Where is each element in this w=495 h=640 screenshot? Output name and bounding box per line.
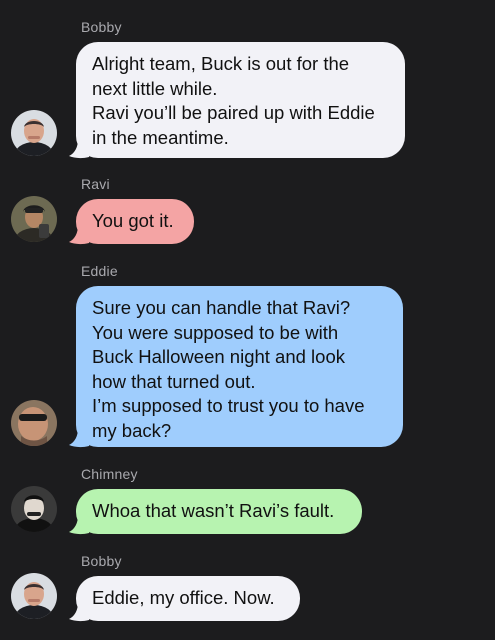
chimney-avatar-icon[interactable] xyxy=(11,486,57,532)
bobby-avatar-icon[interactable] xyxy=(11,573,57,619)
message-line: my back? xyxy=(92,419,172,441)
message-line: I’m supposed to trust you to have xyxy=(92,395,365,416)
message-line: Eddie, my office. Now. xyxy=(92,587,275,608)
message-thread: Bobby Alright team, Buck is out for the … xyxy=(0,0,495,640)
message-line: Alright team, Buck is out for the xyxy=(92,53,350,74)
sender-name: Chimney xyxy=(81,466,138,482)
message-line: how that turned out. xyxy=(92,370,256,392)
sender-name: Bobby xyxy=(81,19,122,35)
message-bubble[interactable]: You got it. xyxy=(76,199,194,244)
message-line: Sure you can handle that Ravi? xyxy=(92,297,351,318)
message-line: Whoa that wasn’t Ravi’s fault. xyxy=(92,500,335,521)
message-bubble[interactable]: Sure you can handle that Ravi? You were … xyxy=(76,286,403,447)
message-line: next little while. xyxy=(92,77,218,99)
message-bubble[interactable]: Alright team, Buck is out for the next l… xyxy=(76,42,405,158)
message-line: in the meantime. xyxy=(92,126,229,148)
message-bubble[interactable]: Whoa that wasn’t Ravi’s fault. xyxy=(76,489,362,534)
bobby-avatar-icon[interactable] xyxy=(11,110,57,156)
message-bubble[interactable]: Eddie, my office. Now. xyxy=(76,576,300,621)
message-line: Ravi you’ll be paired up with Eddie xyxy=(92,102,375,123)
sender-name: Eddie xyxy=(81,263,118,279)
message-line: Buck Halloween night and look xyxy=(92,346,345,367)
ravi-avatar-icon[interactable] xyxy=(11,196,57,242)
sender-name: Bobby xyxy=(81,553,122,569)
message-line: You were supposed to be with xyxy=(92,321,339,343)
sender-name: Ravi xyxy=(81,176,110,192)
eddie-avatar-icon[interactable] xyxy=(11,400,57,446)
message-line: You got it. xyxy=(92,210,174,231)
